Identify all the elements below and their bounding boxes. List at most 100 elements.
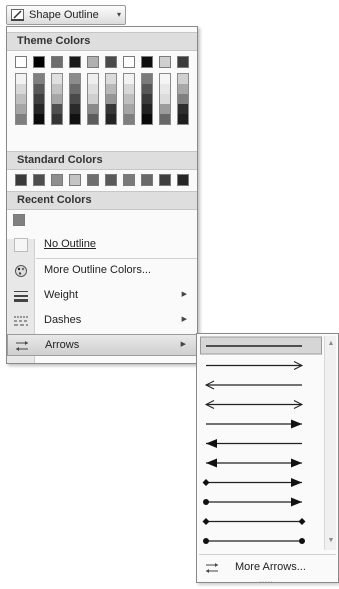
no-outline-item[interactable]: No Outline bbox=[7, 234, 197, 256]
theme-color-shade-swatch[interactable] bbox=[34, 104, 44, 114]
theme-color-shade-swatch[interactable] bbox=[52, 84, 62, 94]
open-arrow-end-icon[interactable] bbox=[206, 361, 304, 370]
theme-color-shade-swatch[interactable] bbox=[16, 114, 26, 124]
theme-color-shade-swatch[interactable] bbox=[160, 94, 170, 104]
scroll-down-icon[interactable]: ▼ bbox=[326, 536, 336, 546]
theme-color-shade-swatch[interactable] bbox=[52, 104, 62, 114]
theme-color-swatch[interactable] bbox=[15, 56, 27, 68]
theme-color-shade-swatch[interactable] bbox=[160, 74, 170, 84]
theme-color-shade-swatch[interactable] bbox=[178, 114, 188, 124]
solid-arrow-both-icon[interactable] bbox=[206, 458, 302, 468]
theme-color-shade-swatch[interactable] bbox=[16, 94, 26, 104]
theme-color-swatch[interactable] bbox=[177, 56, 189, 68]
theme-color-shade-swatch[interactable] bbox=[16, 84, 26, 94]
theme-color-shade-swatch[interactable] bbox=[124, 94, 134, 104]
theme-color-shade-swatch[interactable] bbox=[142, 94, 152, 104]
theme-color-shade-swatch[interactable] bbox=[178, 94, 188, 104]
theme-color-shade-swatch[interactable] bbox=[88, 94, 98, 104]
arrows-label: Arrows bbox=[45, 339, 80, 351]
standard-color-swatch[interactable] bbox=[159, 174, 171, 186]
theme-color-swatch[interactable] bbox=[69, 56, 81, 68]
standard-color-swatch[interactable] bbox=[33, 174, 45, 186]
standard-color-swatch[interactable] bbox=[105, 174, 117, 186]
standard-color-swatch[interactable] bbox=[69, 174, 81, 186]
theme-color-shade-swatch[interactable] bbox=[160, 84, 170, 94]
shape-outline-label: Shape Outline bbox=[29, 9, 99, 21]
solid-arrow-end-icon[interactable] bbox=[206, 419, 302, 429]
gallery-scrollbar[interactable]: ▲ ▼ bbox=[324, 336, 336, 550]
weight-item[interactable]: Weight ▶ bbox=[7, 285, 197, 307]
standard-color-swatch[interactable] bbox=[51, 174, 63, 186]
theme-color-shade-swatch[interactable] bbox=[178, 104, 188, 114]
solid-arrow-start-icon[interactable] bbox=[206, 439, 302, 448]
theme-color-shade-swatch[interactable] bbox=[106, 114, 116, 124]
theme-color-shade-swatch[interactable] bbox=[70, 114, 80, 124]
standard-color-swatch[interactable] bbox=[141, 174, 153, 186]
theme-colors-header: Theme Colors bbox=[7, 32, 197, 51]
oval-both-icon[interactable] bbox=[203, 538, 305, 544]
theme-color-shade-swatch[interactable] bbox=[88, 104, 98, 114]
theme-color-shade-swatch[interactable] bbox=[70, 104, 80, 114]
theme-color-shade-swatch[interactable] bbox=[52, 114, 62, 124]
standard-color-swatch[interactable] bbox=[177, 174, 189, 186]
more-outline-colors-item[interactable]: More Outline Colors... bbox=[7, 260, 197, 282]
weight-label: Weight bbox=[44, 289, 79, 301]
standard-color-swatch[interactable] bbox=[123, 174, 135, 186]
theme-color-shade-swatch[interactable] bbox=[142, 114, 152, 124]
theme-color-shade-swatch[interactable] bbox=[160, 114, 170, 124]
recent-color-swatch[interactable] bbox=[13, 214, 25, 226]
theme-color-shade-swatch[interactable] bbox=[160, 104, 170, 114]
plain-line-arrow-icon[interactable] bbox=[200, 336, 322, 355]
theme-color-shade-swatch[interactable] bbox=[52, 94, 62, 104]
theme-color-shade-swatch[interactable] bbox=[124, 74, 134, 84]
diamond-start-arrow-end-icon[interactable] bbox=[202, 478, 303, 487]
theme-color-shade-swatch[interactable] bbox=[106, 84, 116, 94]
theme-color-shade-swatch[interactable] bbox=[88, 114, 98, 124]
theme-color-shade-swatch[interactable] bbox=[106, 104, 116, 114]
theme-color-shade-swatch[interactable] bbox=[70, 84, 80, 94]
theme-color-swatch[interactable] bbox=[87, 56, 99, 68]
dashes-item[interactable]: Dashes ▶ bbox=[7, 310, 197, 332]
theme-color-shade-swatch[interactable] bbox=[124, 104, 134, 114]
open-arrow-both-icon[interactable] bbox=[204, 400, 304, 409]
more-arrows-item[interactable]: More Arrows... bbox=[199, 558, 336, 578]
standard-color-swatch[interactable] bbox=[87, 174, 99, 186]
theme-color-shade-swatch[interactable] bbox=[52, 74, 62, 84]
theme-color-shade-swatch[interactable] bbox=[34, 94, 44, 104]
theme-color-swatch[interactable] bbox=[123, 56, 135, 68]
theme-color-shade-swatch[interactable] bbox=[34, 84, 44, 94]
theme-color-swatch[interactable] bbox=[51, 56, 63, 68]
theme-color-shade-swatch[interactable] bbox=[142, 74, 152, 84]
theme-color-shade-swatch[interactable] bbox=[178, 74, 188, 84]
resize-grip-icon[interactable]: ..... bbox=[259, 577, 274, 584]
theme-color-shade-swatch[interactable] bbox=[142, 104, 152, 114]
theme-color-shade-swatch[interactable] bbox=[124, 114, 134, 124]
theme-color-shade-swatch[interactable] bbox=[88, 84, 98, 94]
open-arrow-start-icon[interactable] bbox=[204, 380, 302, 390]
theme-color-shade-swatch[interactable] bbox=[70, 74, 80, 84]
theme-color-shade-swatch[interactable] bbox=[16, 74, 26, 84]
arrows-item[interactable]: Arrows ▶ bbox=[7, 334, 197, 356]
theme-color-shade-swatch[interactable] bbox=[106, 94, 116, 104]
diamond-both-icon[interactable] bbox=[202, 518, 306, 525]
theme-color-shade-swatch[interactable] bbox=[88, 74, 98, 84]
theme-color-shade-swatch[interactable] bbox=[124, 84, 134, 94]
theme-color-swatch[interactable] bbox=[105, 56, 117, 68]
standard-color-swatch[interactable] bbox=[15, 174, 27, 186]
theme-color-swatch[interactable] bbox=[33, 56, 45, 68]
theme-color-shade-swatch[interactable] bbox=[34, 114, 44, 124]
theme-color-shade-swatch[interactable] bbox=[178, 84, 188, 94]
theme-color-shade-swatch[interactable] bbox=[106, 74, 116, 84]
arrows-submenu: ▲ ▼ More Arrows... ..... bbox=[196, 333, 339, 584]
chevron-down-icon[interactable]: ▾ bbox=[117, 10, 121, 19]
dashes-label: Dashes bbox=[44, 314, 82, 326]
oval-start-arrow-end-icon[interactable] bbox=[203, 497, 302, 507]
scroll-up-icon[interactable]: ▲ bbox=[326, 339, 336, 349]
theme-color-shade-swatch[interactable] bbox=[142, 84, 152, 94]
theme-color-shade-swatch[interactable] bbox=[34, 74, 44, 84]
theme-color-swatch[interactable] bbox=[141, 56, 153, 68]
theme-color-shade-swatch[interactable] bbox=[16, 104, 26, 114]
shape-outline-button[interactable]: Shape Outline ▾ bbox=[6, 5, 126, 25]
theme-color-swatch[interactable] bbox=[159, 56, 171, 68]
theme-color-shade-swatch[interactable] bbox=[70, 94, 80, 104]
